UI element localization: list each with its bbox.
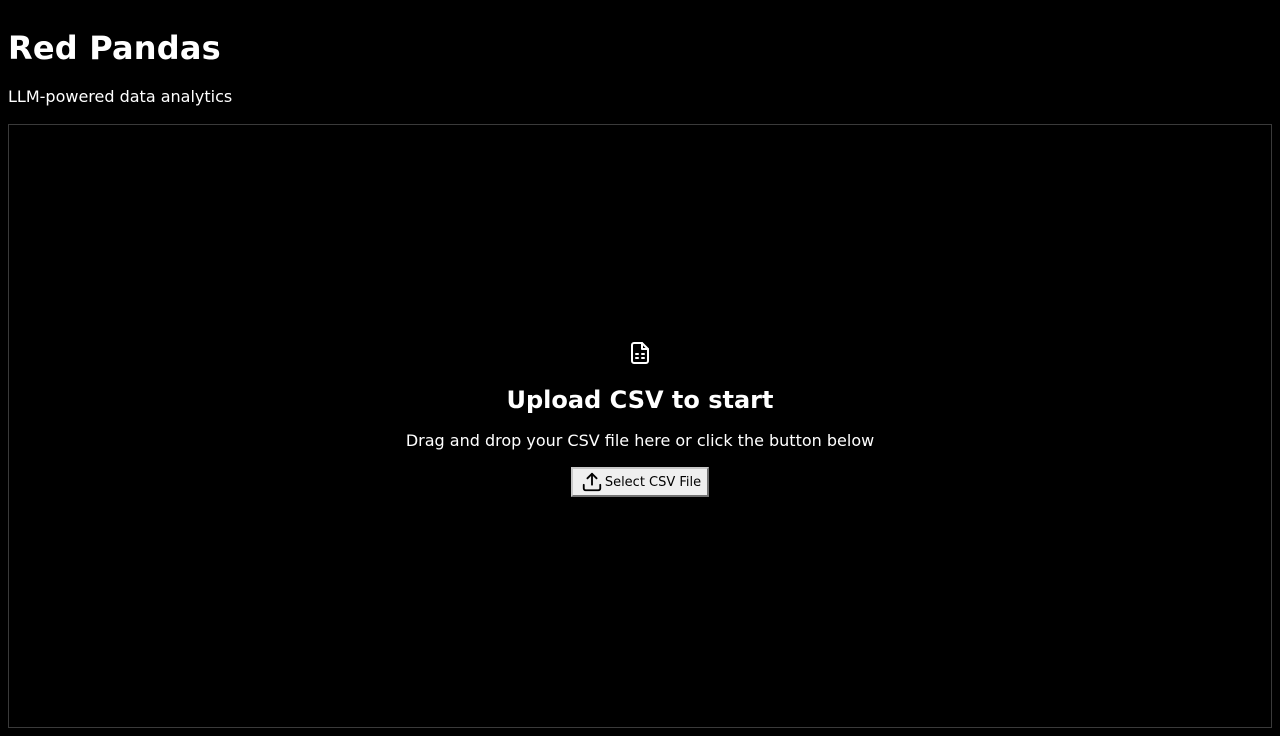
dropzone-description: Drag and drop your CSV file here or clic… bbox=[405, 431, 875, 450]
app-title: Red Pandas bbox=[8, 29, 221, 67]
app-page: Red Pandas LLM-powered data analytics Up… bbox=[0, 0, 1280, 736]
file-spreadsheet-icon bbox=[631, 342, 649, 364]
dropzone-title: Upload CSV to start bbox=[506, 386, 774, 414]
dropzone-content: Upload CSV to start Drag and drop your C… bbox=[406, 341, 874, 497]
app-subtitle: LLM-powered data analytics bbox=[8, 87, 233, 106]
select-csv-button[interactable]: Select CSV File bbox=[570, 467, 710, 497]
select-csv-button-label: Select CSV File bbox=[604, 474, 702, 490]
upload-icon bbox=[582, 472, 601, 492]
csv-dropzone[interactable]: Upload CSV to start Drag and drop your C… bbox=[8, 124, 1272, 728]
